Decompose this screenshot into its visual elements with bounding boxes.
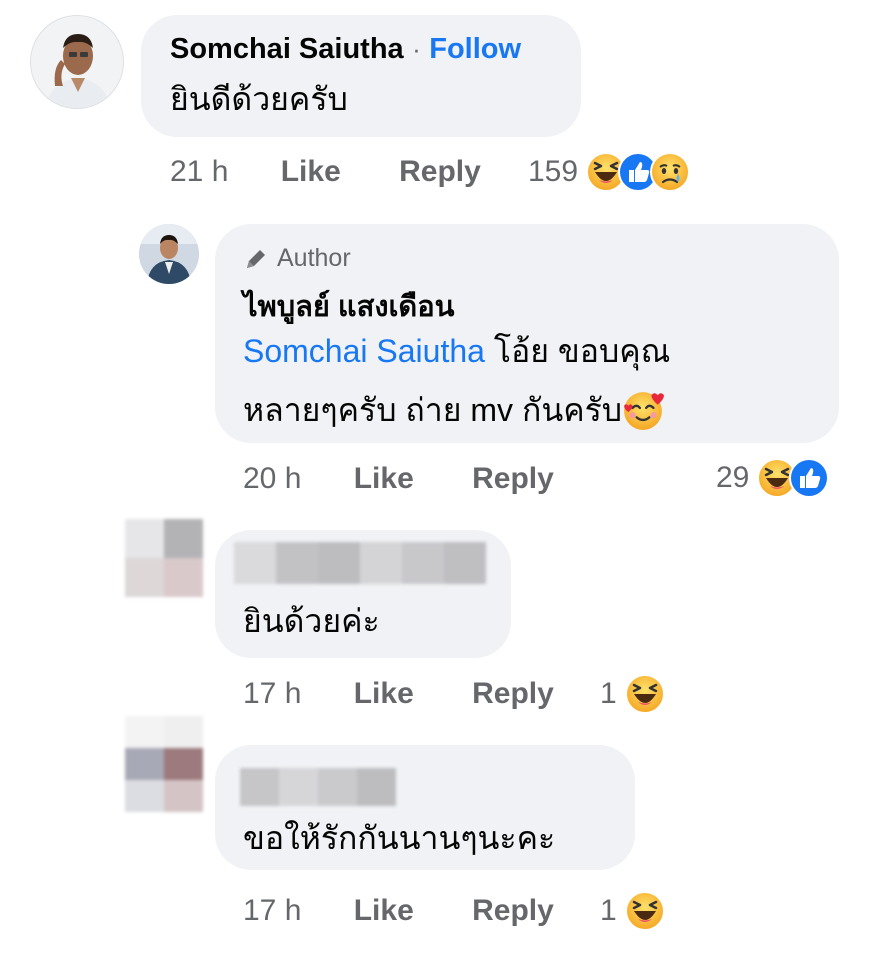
follow-button[interactable]: Follow xyxy=(429,33,521,65)
reaction-count: 159 xyxy=(528,155,579,188)
comment-text: ยินด้วยค่ะ xyxy=(243,603,380,639)
reply-button[interactable]: Reply xyxy=(472,677,554,710)
redacted-name[interactable] xyxy=(234,542,486,584)
reply-button[interactable]: Reply xyxy=(472,894,554,927)
timestamp[interactable]: 21 h xyxy=(170,155,228,188)
reply-button[interactable]: Reply xyxy=(472,462,554,495)
comment-text: ขอให้รักกันนานๆนะคะ xyxy=(243,820,556,856)
like-button[interactable]: Like xyxy=(354,677,414,710)
like-button[interactable]: Like xyxy=(281,155,341,188)
reaction-summary[interactable]: 1 xyxy=(600,672,665,716)
person-avatar-icon xyxy=(139,224,199,284)
comment-text: ยินดีด้วยครับ xyxy=(170,81,348,117)
comment-actions: 17 h Like Reply xyxy=(243,894,554,928)
smiling-face-with-hearts-icon xyxy=(623,390,665,431)
like-button[interactable]: Like xyxy=(354,462,414,495)
comment-actions: 17 h Like Reply xyxy=(243,677,554,711)
haha-icon xyxy=(624,674,665,714)
reaction-count: 29 xyxy=(716,461,750,494)
reply-button[interactable]: Reply xyxy=(399,155,481,188)
avatar[interactable] xyxy=(139,224,199,284)
mention-link[interactable]: Somchai Saiutha xyxy=(243,333,485,369)
sad-icon xyxy=(650,152,691,192)
comment-text-line2: หลายๆครับ ถ่าย mv กันครับ xyxy=(243,384,665,436)
comment-text: Somchai Saiutha โอ้ย ขอบคุณ xyxy=(243,333,671,369)
timestamp[interactable]: 20 h xyxy=(243,462,301,495)
separator-dot: · xyxy=(412,34,421,64)
author-badge: Author xyxy=(243,244,351,273)
reaction-summary[interactable]: 1 xyxy=(600,889,665,933)
timestamp[interactable]: 17 h xyxy=(243,677,301,710)
like-button[interactable]: Like xyxy=(354,894,414,927)
reaction-summary[interactable]: 159 xyxy=(528,150,691,194)
reaction-count: 1 xyxy=(600,894,617,927)
avatar[interactable] xyxy=(125,716,203,812)
commenter-name[interactable]: ไพบูลย์ แสงเดือน xyxy=(243,283,454,329)
comment-actions: 20 h Like Reply xyxy=(243,462,554,496)
comment-actions: 21 h Like Reply xyxy=(170,155,481,189)
person-avatar-icon xyxy=(31,16,123,108)
redacted-name[interactable] xyxy=(240,768,396,806)
avatar[interactable] xyxy=(30,15,124,109)
commenter-name[interactable]: Somchai Saiutha xyxy=(170,33,404,65)
author-badge-label: Author xyxy=(277,244,351,272)
reaction-summary[interactable]: 29 xyxy=(716,456,830,500)
timestamp[interactable]: 17 h xyxy=(243,894,301,927)
like-icon xyxy=(789,458,830,498)
haha-icon xyxy=(624,891,665,931)
avatar[interactable] xyxy=(125,519,203,597)
pencil-icon xyxy=(247,249,265,268)
reaction-count: 1 xyxy=(600,677,617,710)
comment-header: Somchai Saiutha · Follow xyxy=(170,33,521,66)
